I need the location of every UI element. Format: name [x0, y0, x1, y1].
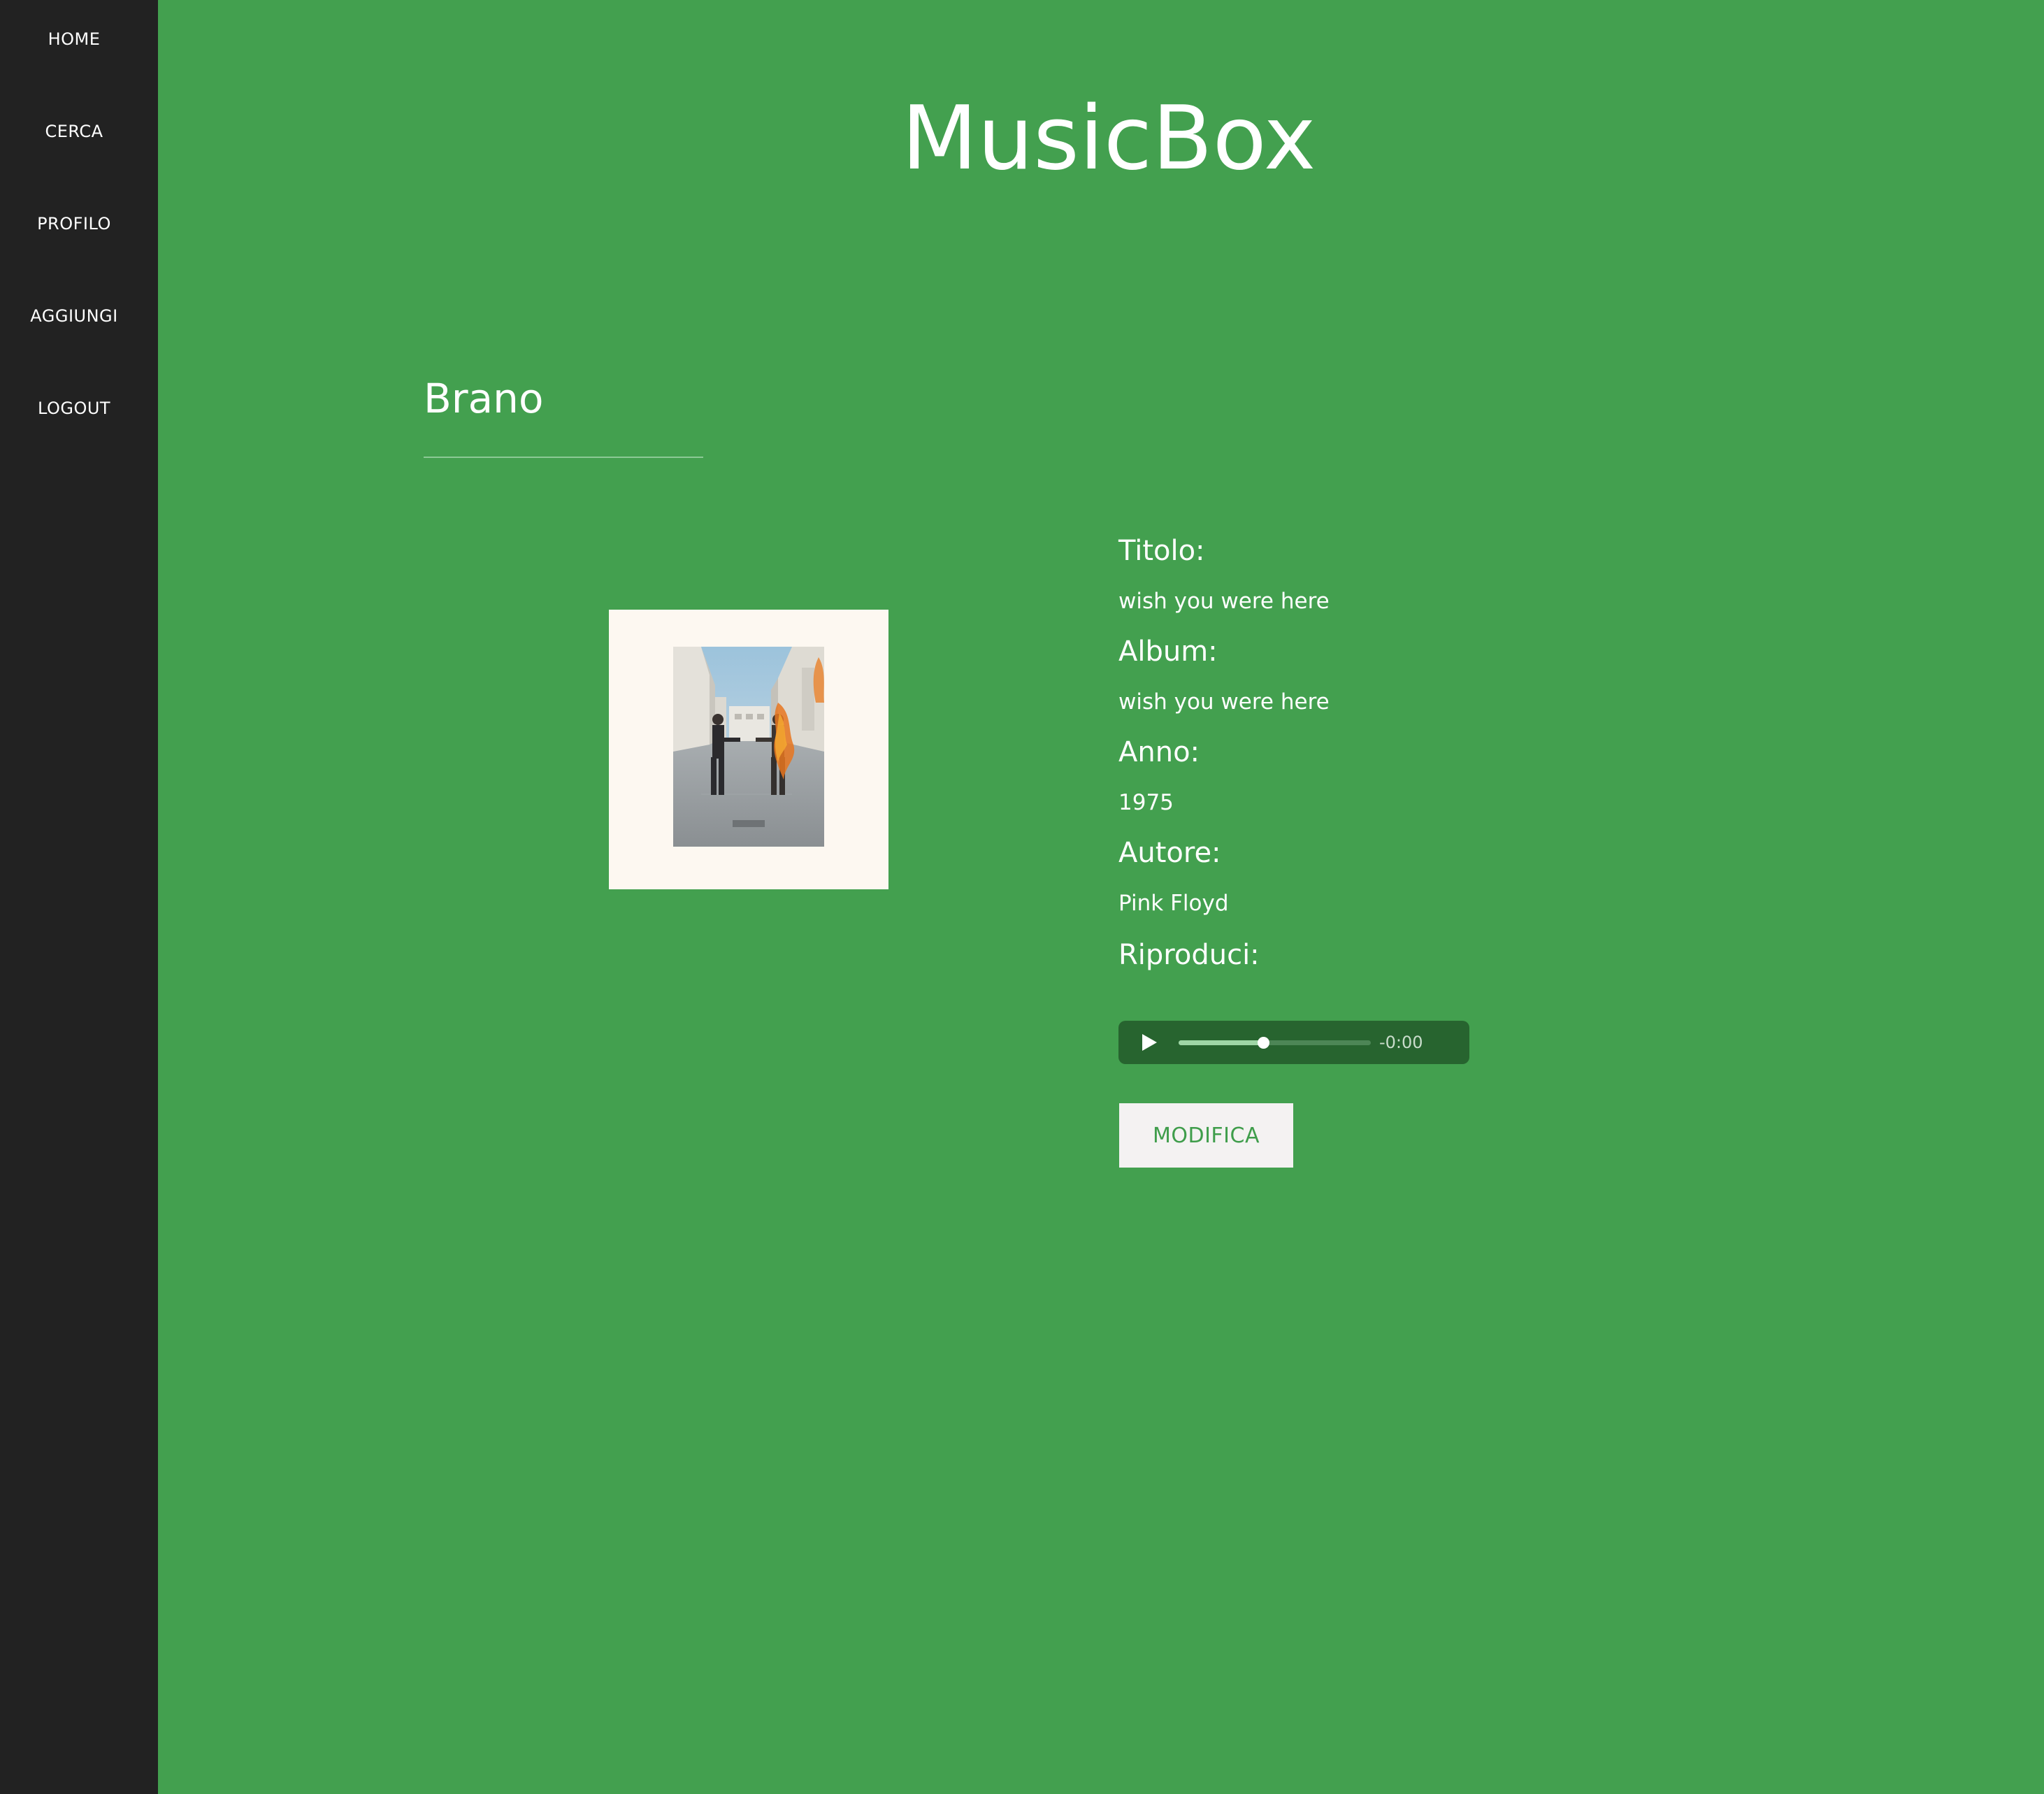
album-value: wish you were here — [1118, 689, 1330, 715]
section-divider — [424, 457, 703, 458]
year-value: 1975 — [1118, 790, 1174, 815]
progress-handle[interactable] — [1258, 1037, 1269, 1049]
title-value: wish you were here — [1118, 589, 1330, 614]
author-value: Pink Floyd — [1118, 891, 1229, 916]
album-label: Album: — [1118, 636, 1218, 668]
audio-player[interactable]: -0:00 — [1118, 1021, 1469, 1064]
album-cover — [609, 610, 888, 889]
nav-aggiungi-link[interactable]: AGGIUNGI — [0, 302, 148, 330]
nav-home-link[interactable]: HOME — [0, 25, 148, 53]
title-label: Titolo: — [1118, 535, 1205, 567]
progress-fill — [1179, 1040, 1263, 1045]
nav-logout-link[interactable]: LOGOUT — [0, 394, 148, 422]
play-label: Riproduci: — [1118, 939, 1260, 971]
year-label: Anno: — [1118, 736, 1200, 768]
time-remaining: -0:00 — [1379, 1033, 1423, 1052]
author-label: Autore: — [1118, 837, 1221, 869]
edit-button[interactable]: MODIFICA — [1119, 1103, 1293, 1168]
nav-profilo-link[interactable]: PROFILO — [0, 210, 148, 238]
section-title: Brano — [424, 375, 544, 422]
nav-cerca-link[interactable]: CERCA — [0, 117, 148, 145]
play-icon[interactable] — [1138, 1032, 1159, 1053]
album-cover-image — [673, 647, 824, 847]
sidebar: HOME CERCA PROFILO AGGIUNGI LOGOUT — [0, 0, 158, 1794]
app-title: MusicBox — [901, 87, 1316, 189]
progress-bar[interactable] — [1179, 1037, 1371, 1049]
